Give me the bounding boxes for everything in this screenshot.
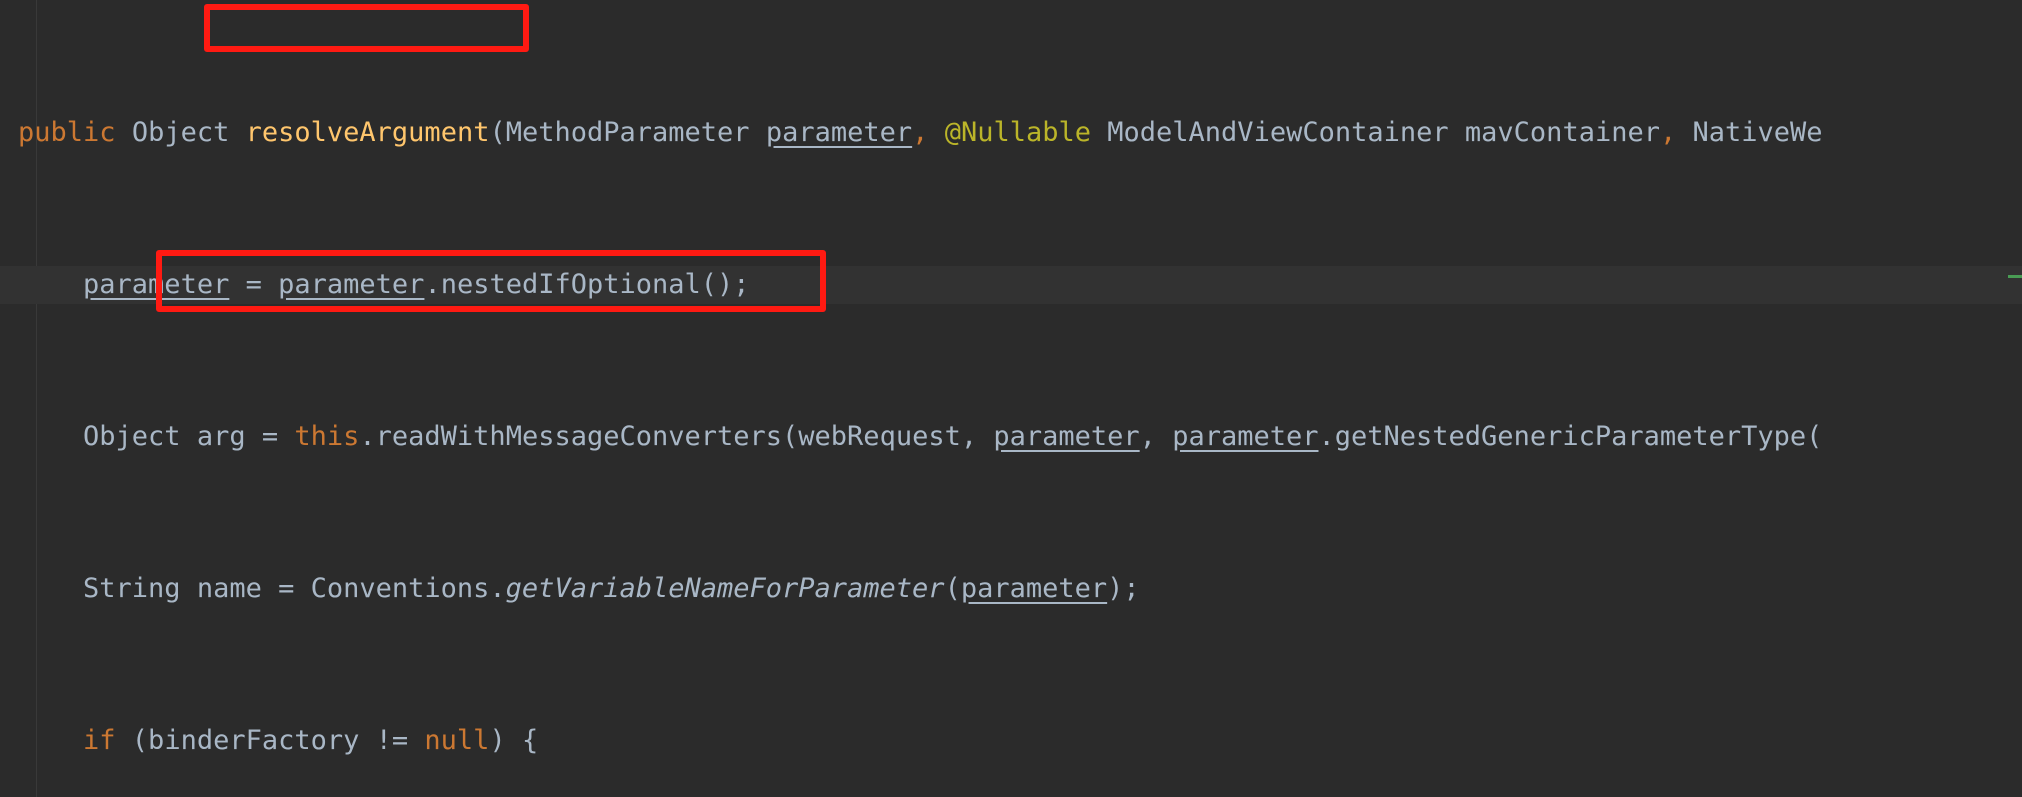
keyword-if-line5: if xyxy=(83,725,116,756)
code-line-1[interactable]: public Object resolveArgument(MethodPara… xyxy=(0,114,2022,152)
keyword-public: public xyxy=(18,117,116,148)
code-line-3[interactable]: Object arg = this.readWithMessageConvert… xyxy=(0,418,2022,456)
keyword-this-line3: this xyxy=(294,421,360,452)
decl-object-arg: Object arg = xyxy=(83,421,295,452)
type-nativewebrequest-truncated: NativeWe xyxy=(1692,117,1823,148)
cond-binderfactory: (binderFactory != xyxy=(115,725,425,756)
code-editor-viewport[interactable]: public Object resolveArgument(MethodPara… xyxy=(0,0,2022,797)
param-mavcontainer: mavContainer xyxy=(1464,117,1660,148)
call-readwithmessageconverters: .readWithMessageConverters(webRequest, xyxy=(359,421,994,452)
type-object: Object xyxy=(131,117,230,148)
arg-parameter-line3-a[interactable]: parameter xyxy=(993,421,1139,452)
code-line-2[interactable]: parameter = parameter.nestedIfOptional()… xyxy=(0,266,2022,304)
open-paren: ( xyxy=(489,117,506,148)
type-methodparameter: MethodParameter xyxy=(505,117,750,148)
call-nestedifoptional: .nestedIfOptional(); xyxy=(424,269,750,300)
annotation-nullable[interactable]: @Nullable xyxy=(945,117,1091,148)
var-parameter-rhs[interactable]: parameter xyxy=(278,269,424,300)
open-paren-line4: ( xyxy=(944,573,961,604)
close-paren-line4: ); xyxy=(1107,573,1140,604)
comma-line3: , xyxy=(1139,421,1173,452)
comma-1: , xyxy=(912,117,929,148)
type-modelandviewcontainer: ModelAndViewContainer xyxy=(1107,117,1449,148)
method-name-resolveargument[interactable]: resolveArgument xyxy=(246,117,490,148)
var-parameter-lhs[interactable]: parameter xyxy=(83,269,229,300)
assign-operator: = xyxy=(229,269,279,300)
keyword-null-line5: null xyxy=(424,725,490,756)
comma-2: , xyxy=(1659,117,1677,148)
code-lines[interactable]: public Object resolveArgument(MethodPara… xyxy=(0,0,2022,797)
arg-parameter-line4[interactable]: parameter xyxy=(961,573,1107,604)
call-getnestedgenericparametertype: .getNestedGenericParameterType( xyxy=(1318,421,1823,452)
decl-string-name: String name = Conventions. xyxy=(83,573,506,604)
param-parameter[interactable]: parameter xyxy=(766,117,912,148)
arg-parameter-line3-b[interactable]: parameter xyxy=(1172,421,1318,452)
static-method-getvariablenameforparameter[interactable]: getVariableNameForParameter xyxy=(506,573,945,604)
code-line-5[interactable]: if (binderFactory != null) { xyxy=(0,722,2022,760)
code-line-4[interactable]: String name = Conventions.getVariableNam… xyxy=(0,570,2022,608)
cond-close-line5: ) { xyxy=(489,725,539,756)
